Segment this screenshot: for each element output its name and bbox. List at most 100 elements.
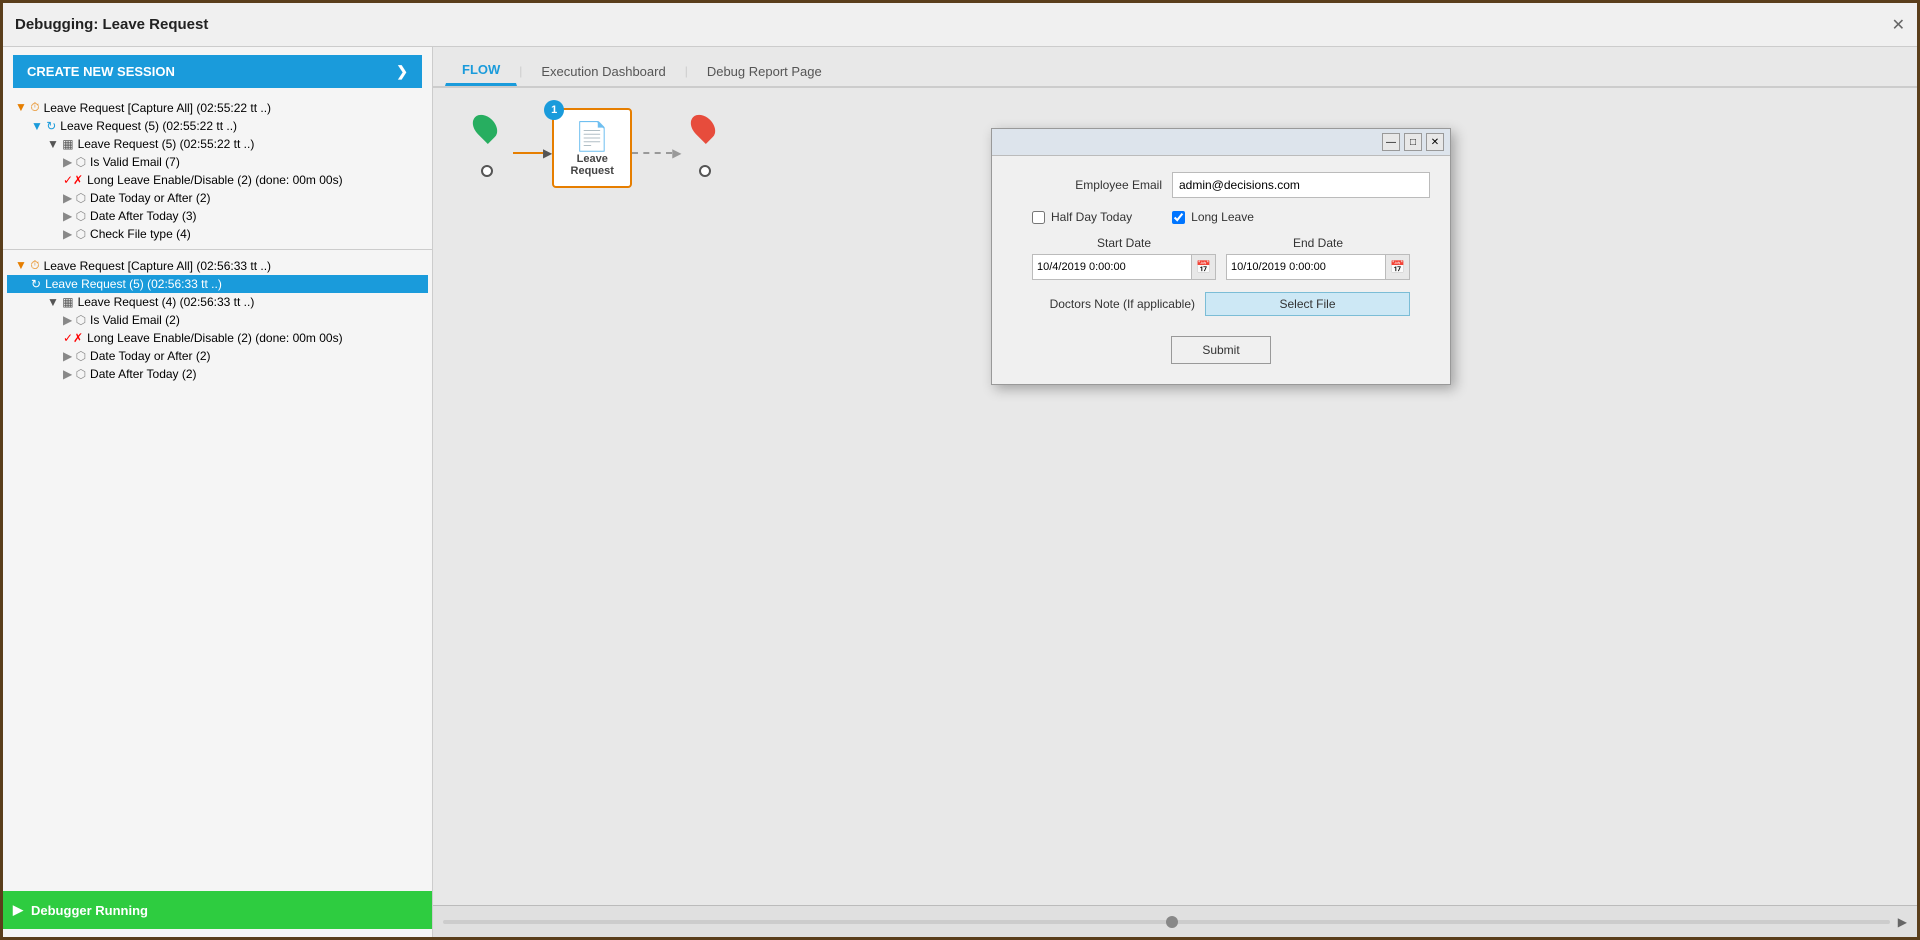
checkx-icon-t5: ✓✗ [63,173,83,187]
employee-email-row: Employee Email [1012,172,1430,198]
tree-item-t2[interactable]: ▼ ↻ Leave Request (5) (02:55:22 tt ..) [7,117,428,135]
employee-email-label: Employee Email [1012,178,1162,192]
scroll-track [443,920,1890,924]
tree-item-t14[interactable]: ▶ ⬡ Date Today or After (2) [7,347,428,365]
tree-item-t5[interactable]: ✓✗ Long Leave Enable/Disable (2) (done: … [7,171,428,189]
clock-icon: ▼ ⏱ [15,100,40,115]
session-tree-2: ▼ ⏱ Leave Request [Capture All] (02:56:3… [3,256,432,383]
tab-divider-1: | [517,64,524,78]
long-leave-checkbox[interactable] [1172,211,1185,224]
flow-icon-t15: ▶ ⬡ [63,367,86,381]
tab-execution-dashboard[interactable]: Execution Dashboard [524,57,682,86]
sync-icon-t10: ↻ [31,277,41,291]
node-label: LeaveRequest [571,153,614,177]
flow-icon-t6: ▶ ⬡ [63,191,86,205]
half-day-checkbox[interactable] [1032,211,1045,224]
main-content: CREATE NEW SESSION ❯ ▼ ⏱ Leave Request [… [3,47,1917,937]
red-pin [686,110,720,144]
session-tree-1: ▼ ⏱ Leave Request [Capture All] (02:55:2… [3,98,432,243]
long-leave-checkbox-item: Long Leave [1172,210,1254,224]
checkboxes-row: Half Day Today Long Leave [1012,210,1430,224]
start-circle [481,165,493,177]
end-circle [699,165,711,177]
modal-minimize-button[interactable]: — [1382,133,1400,151]
tree-item-label-t5: Long Leave Enable/Disable (2) (done: 00m… [87,173,343,187]
table-icon: ▼ ▦ [47,137,74,151]
create-new-session-button[interactable]: CREATE NEW SESSION ❯ [13,55,422,88]
create-btn-label: CREATE NEW SESSION [27,64,175,79]
create-btn-arrow-icon: ❯ [396,63,408,80]
flow-start-node [463,113,513,183]
tree-item-t15[interactable]: ▶ ⬡ Date After Today (2) [7,365,428,383]
left-panel: CREATE NEW SESSION ❯ ▼ ⏱ Leave Request [… [3,47,433,937]
flow-line-1 [513,152,543,154]
tree-item-t1[interactable]: ▼ ⏱ Leave Request [Capture All] (02:55:2… [7,98,428,117]
tab-debug-report[interactable]: Debug Report Page [690,57,839,86]
tree-item-label-t6: Date Today or After (2) [90,191,211,205]
right-panel: FLOW | Execution Dashboard | Debug Repor… [433,47,1917,937]
tree-item-t6[interactable]: ▶ ⬡ Date Today or After (2) [7,189,428,207]
node-content: 📄 LeaveRequest [571,120,614,177]
tree-item-label-t15: Date After Today (2) [90,367,197,381]
doctors-note-label: Doctors Note (If applicable) [1032,297,1195,311]
tree-item-label-t9: Leave Request [Capture All] (02:56:33 tt… [44,259,271,273]
half-day-checkbox-item: Half Day Today [1032,210,1132,224]
tree-item-label-t12: Is Valid Email (2) [90,313,180,327]
leave-request-modal: — □ ✕ Employee Email [991,128,1451,385]
flow-icon-t14: ▶ ⬡ [63,349,86,363]
modal-body: Employee Email Half Day Today Long [992,156,1450,384]
end-date-input[interactable] [1227,259,1385,275]
modal-restore-button[interactable]: □ [1404,133,1422,151]
scroll-thumb[interactable] [1166,916,1178,928]
submit-button[interactable]: Submit [1171,336,1270,364]
flow-arrowhead-2: ▶ [672,146,681,160]
tree-item-t10[interactable]: ↻ Leave Request (5) (02:56:33 tt ..) [7,275,428,293]
date-headers: Start Date End Date [1012,236,1430,250]
doctors-note-row: Doctors Note (If applicable) Select File [1012,292,1430,316]
end-date-calendar-button[interactable]: 📅 [1385,255,1409,279]
clock-icon-t9: ▼ ⏱ [15,258,40,273]
doc-icon: 📄 [575,120,610,153]
checkx-icon-t13: ✓✗ [63,331,83,345]
tree-item-label-t1: Leave Request [Capture All] (02:55:22 tt… [44,101,271,115]
window-close-button[interactable]: ✕ [1892,15,1905,35]
tree-item-label-t13: Long Leave Enable/Disable (2) (done: 00m… [87,331,343,345]
table-icon-t11: ▼ ▦ [47,295,74,309]
tree-item-t4[interactable]: ▶ ⬡ Is Valid Email (7) [7,153,428,171]
sync-icon: ▼ ↻ [31,119,56,133]
window-title: Debugging: Leave Request [15,16,208,33]
tree-item-label-t7: Date After Today (3) [90,209,197,223]
flow-area: ▶ 1 📄 LeaveRequest ▶ [433,88,1917,905]
start-date-input[interactable] [1033,259,1191,275]
half-day-label: Half Day Today [1051,210,1132,224]
tree-item-label-t8: Check File type (4) [90,227,191,241]
node-number: 1 [544,100,564,120]
flow-dashed-line-2 [632,152,672,154]
tree-item-t8[interactable]: ▶ ⬡ Check File type (4) [7,225,428,243]
submit-row: Submit [1012,332,1430,364]
tab-flow[interactable]: FLOW [445,55,517,86]
flow-node-leave-request[interactable]: 1 📄 LeaveRequest [552,108,632,188]
flow-icon-t8: ▶ ⬡ [63,227,86,241]
employee-email-input[interactable] [1172,172,1430,198]
tree-item-t11[interactable]: ▼ ▦ Leave Request (4) (02:56:33 tt ..) [7,293,428,311]
tree-item-t3[interactable]: ▼ ▦ Leave Request (5) (02:55:22 tt ..) [7,135,428,153]
flow-arrowhead-1: ▶ [543,146,552,160]
start-date-calendar-button[interactable]: 📅 [1191,255,1215,279]
tree-item-t13[interactable]: ✓✗ Long Leave Enable/Disable (2) (done: … [7,329,428,347]
app-frame: Debugging: Leave Request ✕ CREATE NEW SE… [0,0,1920,940]
tree-item-t9[interactable]: ▼ ⏱ Leave Request [Capture All] (02:56:3… [7,256,428,275]
flow-end-node [681,113,731,183]
flow-arrow-1: ▶ [513,146,552,160]
tree-item-t7[interactable]: ▶ ⬡ Date After Today (3) [7,207,428,225]
select-file-button[interactable]: Select File [1205,292,1410,316]
tree-item-t12[interactable]: ▶ ⬡ Is Valid Email (2) [7,311,428,329]
tree-item-label-t3: Leave Request (5) (02:55:22 tt ..) [78,137,255,151]
tab-bar: FLOW | Execution Dashboard | Debug Repor… [433,47,1917,88]
date-inputs: 📅 📅 [1012,254,1430,280]
tree-item-label-t2: Leave Request (5) (02:55:22 tt ..) [60,119,237,133]
scroll-right-arrow[interactable]: ▶ [1898,915,1907,929]
end-date-header: End Date [1226,236,1410,250]
debugger-status-bar: ▶ Debugger Running [3,891,432,929]
modal-close-button[interactable]: ✕ [1426,133,1444,151]
